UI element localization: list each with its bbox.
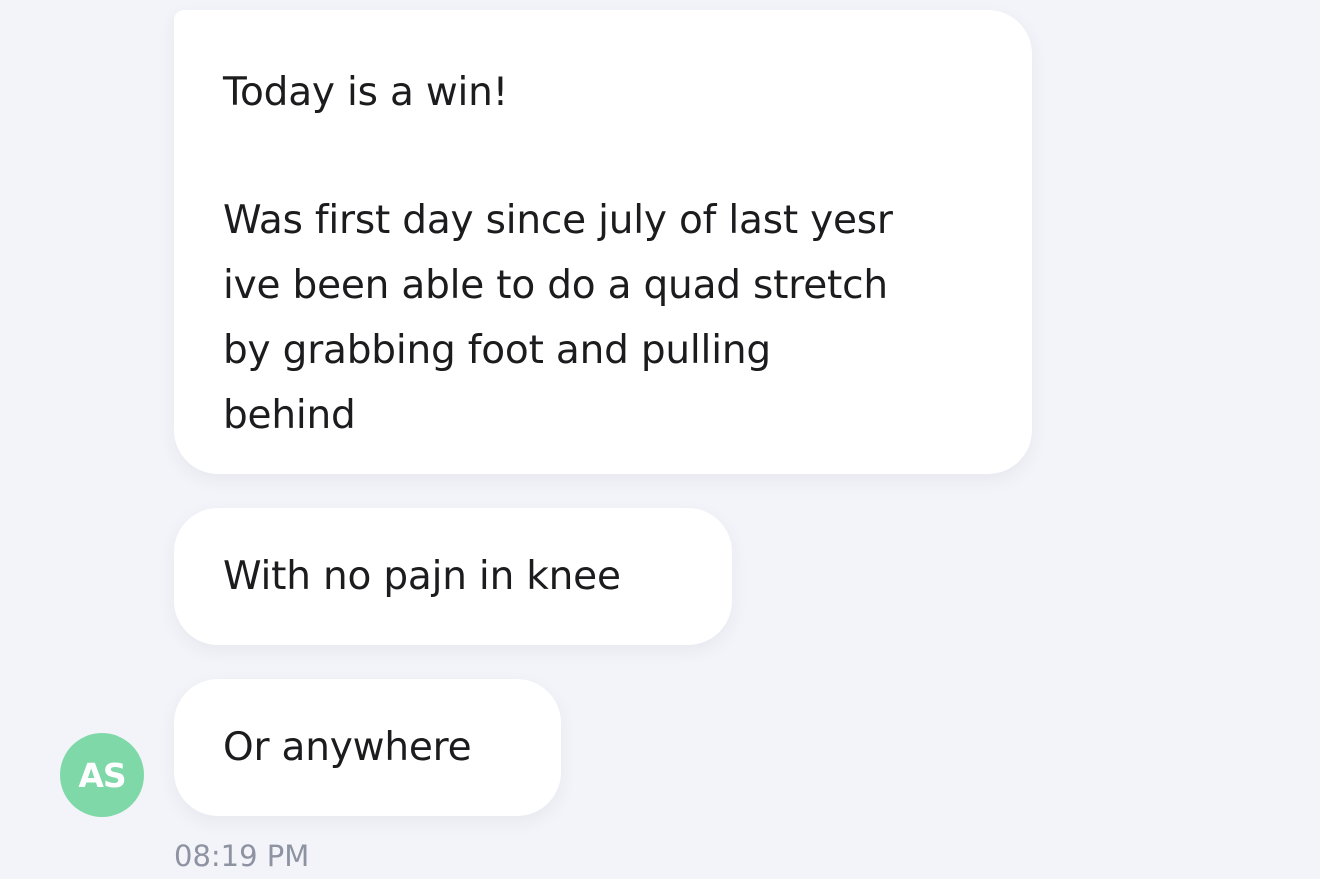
message-timestamp: 08:19 PM xyxy=(174,839,310,873)
message-line: ive been able to do a quad stretch xyxy=(223,263,888,308)
message-line: Was first day since july of last yesr xyxy=(223,198,893,243)
message-text: Or anywhere xyxy=(223,725,472,770)
message-bubble[interactable]: Today is a win! Was first day since july… xyxy=(174,10,1032,474)
message-bubble[interactable]: With no pajn in knee xyxy=(174,508,732,645)
sender-avatar[interactable]: AS xyxy=(60,733,144,817)
message-line: Today is a win! xyxy=(223,70,509,115)
message-text: With no pajn in knee xyxy=(223,554,621,599)
chat-thread: Today is a win! Was first day since july… xyxy=(0,0,1320,879)
message-line: by grabbing foot and pulling xyxy=(223,328,771,373)
message-bubble[interactable]: Or anywhere xyxy=(174,679,561,816)
message-line-blank xyxy=(223,125,1032,188)
message-line: behind xyxy=(223,393,356,438)
avatar-initials: AS xyxy=(78,755,126,795)
